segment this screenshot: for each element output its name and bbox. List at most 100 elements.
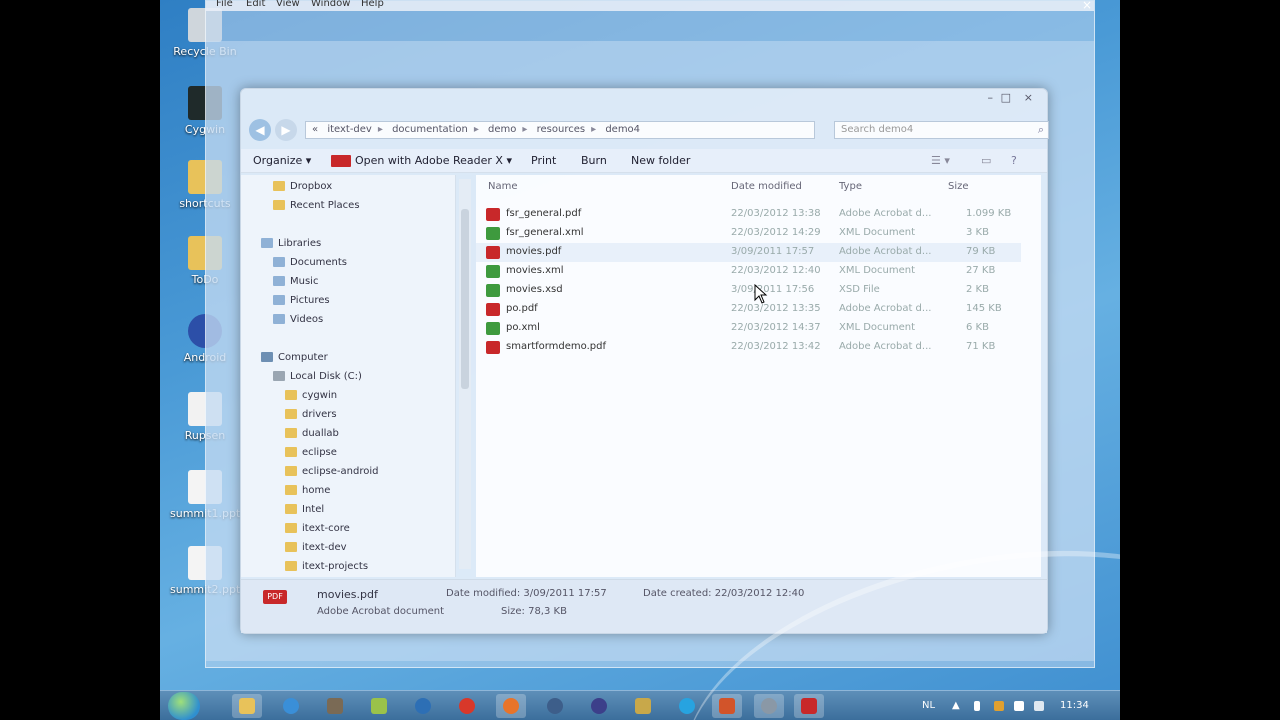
nav-item-label: duallab [302,428,339,439]
taskbar-app[interactable] [540,694,570,718]
start-button[interactable] [168,692,200,720]
table-row[interactable]: fsr_general.pdf 22/03/2012 13:38 Adobe Acr… [476,205,1021,224]
desktop: Recycle Bin Cygwin shortcuts ToDo Androi… [160,0,1120,720]
column-header-size[interactable]: Size [948,181,969,192]
nav-item-folder[interactable]: drivers [285,409,337,420]
table-row[interactable]: movies.xml 22/03/2012 12:40 XML Document 27… [476,262,1021,281]
chevron-right-icon[interactable]: ▸ [522,124,527,135]
back-arrow-icon[interactable]: ◀ [249,119,271,141]
nav-item-local-disk[interactable]: Local Disk (C:) [273,371,362,382]
taskbar-app[interactable] [628,694,658,718]
print-button[interactable]: Print [531,154,556,167]
column-header-date[interactable]: Date modified [731,181,802,192]
nav-item-folder[interactable]: home [285,485,330,496]
breadcrumb-overflow[interactable]: « [312,124,318,135]
minimize-icon[interactable]: – [988,91,994,104]
menu-file[interactable]: File [216,0,233,9]
update-icon[interactable] [994,701,1004,711]
new-folder-button[interactable]: New folder [631,154,690,167]
file-name: fsr_general.xml [506,227,584,238]
nav-scrollbar[interactable] [459,179,471,569]
menu-view[interactable]: View [276,0,300,9]
close-icon[interactable]: × [1024,91,1033,104]
column-header-name[interactable]: Name [488,181,518,192]
file-name: po.xml [506,322,540,333]
chevron-right-icon[interactable]: ▸ [591,124,596,135]
table-row[interactable]: po.pdf 22/03/2012 13:35 Adobe Acrobat d...… [476,300,1021,319]
breadcrumb-demo4[interactable]: demo4 [605,124,640,135]
file-size: 2 KB [966,284,989,295]
taskbar-chrome[interactable] [452,694,482,718]
language-indicator[interactable]: NL [922,700,935,711]
taskbar-notepad[interactable] [364,694,394,718]
nav-item-folder[interactable]: itext-core [285,523,350,534]
chevron-right-icon[interactable]: ▸ [474,124,479,135]
nav-item-folder[interactable]: duallab [285,428,339,439]
view-options-icon[interactable]: ☰ ▾ [931,154,950,167]
breadcrumb-itext-dev[interactable]: itext-dev [327,124,372,135]
table-row[interactable]: smartformdemo.pdf 22/03/2012 13:42 Adobe A… [476,338,1021,357]
taskbar-eclipse[interactable] [584,694,614,718]
menu-edit[interactable]: Edit [246,0,265,9]
file-name: movies.xsd [506,284,563,295]
taskbar-settings[interactable] [754,694,784,718]
taskbar-adobe-reader[interactable] [794,694,824,718]
nav-item-music[interactable]: Music [273,276,318,287]
folder-icon [285,447,297,457]
taskbar-skype[interactable] [672,694,702,718]
table-row[interactable]: po.xml 22/03/2012 14:37 XML Document 6 KB [476,319,1021,338]
show-hidden-icons-icon[interactable]: ▲ [952,700,960,711]
nav-item-folder[interactable]: eclipse-android [285,466,378,477]
nav-item-label: Documents [290,257,348,268]
taskbar-explorer[interactable] [232,694,262,718]
taskbar-app[interactable] [408,694,438,718]
preview-pane-icon[interactable]: ▭ [981,154,991,167]
column-header-type[interactable]: Type [839,181,862,192]
open-with-button[interactable]: Open with Adobe Reader X ▾ [331,154,512,167]
taskbar-gimp[interactable] [320,694,350,718]
taskbar-firefox[interactable] [496,694,526,718]
table-row[interactable]: movies.xsd 3/09/2011 17:56 XSD File 2 KB [476,281,1021,300]
nav-item-folder[interactable]: Intel [285,504,324,515]
nav-item-computer[interactable]: Computer [261,352,328,363]
folder-icon [285,390,297,400]
nav-item-recent-places[interactable]: Recent Places [273,200,360,211]
nav-item-folder[interactable]: itext-dev [285,542,347,553]
menu-help[interactable]: Help [361,0,384,9]
breadcrumb-documentation[interactable]: documentation [392,124,468,135]
breadcrumb-demo[interactable]: demo [488,124,516,135]
details-date-modified: Date modified: 3/09/2011 17:57 [446,588,607,599]
nav-item-folder[interactable]: cygwin [285,390,337,401]
volume-icon[interactable] [1034,701,1044,711]
nav-item-label: Computer [278,352,328,363]
table-row[interactable]: movies.pdf 3/09/2011 17:57 Adobe Acrobat d… [476,243,1021,262]
search-icon[interactable]: ⌕ [1038,123,1044,137]
search-input[interactable]: Search demo4 ⌕ [834,121,1049,139]
nav-item-videos[interactable]: Videos [273,314,323,325]
forward-arrow-icon[interactable]: ▶ [275,119,297,141]
nav-item-documents[interactable]: Documents [273,257,347,268]
nav-item-pictures[interactable]: Pictures [273,295,330,306]
taskbar-ie[interactable] [276,694,306,718]
nav-item-folder[interactable]: eclipse [285,447,337,458]
details-filename: movies.pdf [317,588,378,601]
menu-window[interactable]: Window [311,0,350,9]
table-row[interactable]: fsr_general.xml 22/03/2012 14:29 XML Docum… [476,224,1021,243]
close-icon[interactable]: × [1082,0,1092,12]
nav-item-folder[interactable]: itext-projects [285,561,368,572]
organize-button[interactable]: Organize ▾ [253,154,311,167]
nav-item-libraries[interactable]: Libraries [261,238,321,249]
maximize-icon[interactable]: □ [1001,91,1011,104]
burn-button[interactable]: Burn [581,154,607,167]
battery-icon[interactable] [974,701,980,711]
address-bar[interactable]: « itext-dev ▸ documentation ▸ demo ▸ resour… [305,121,815,139]
scrollbar-thumb[interactable] [461,209,469,389]
file-name: po.pdf [506,303,538,314]
help-icon[interactable]: ? [1011,154,1017,167]
breadcrumb-resources[interactable]: resources [537,124,585,135]
taskbar-powerpoint[interactable] [712,694,742,718]
network-icon[interactable] [1014,701,1024,711]
nav-item-dropbox[interactable]: Dropbox [273,181,332,192]
chevron-right-icon[interactable]: ▸ [378,124,383,135]
clock[interactable]: 11:34 [1060,700,1089,711]
